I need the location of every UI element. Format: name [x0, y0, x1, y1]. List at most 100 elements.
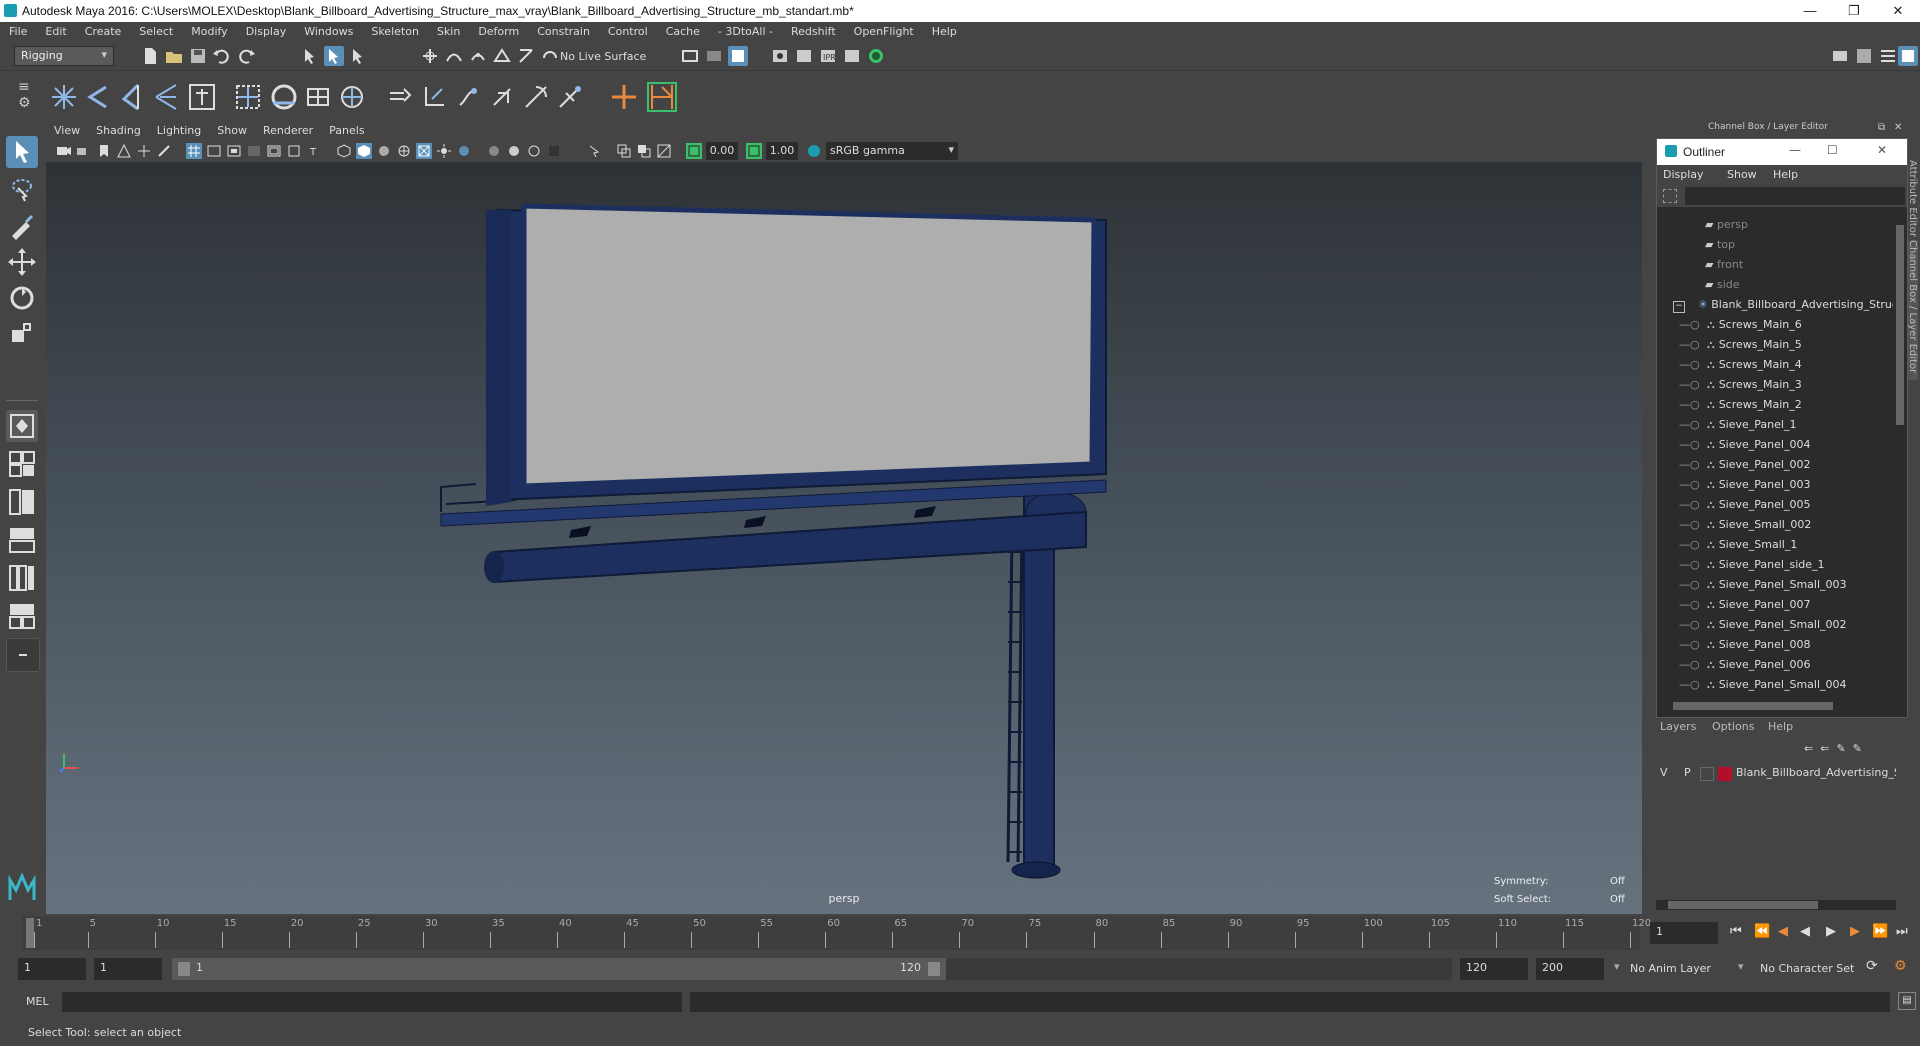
gate-mask-icon[interactable]	[246, 143, 262, 159]
film-gate-icon[interactable]	[206, 143, 222, 159]
sculpt-deformer-icon[interactable]	[336, 81, 368, 113]
tree-item-camera[interactable]: ▰ top	[1657, 235, 1893, 255]
wireframe-on-shaded-icon[interactable]	[396, 143, 412, 159]
render-frame-icon[interactable]	[770, 46, 790, 66]
tree-item-mesh[interactable]: —○ ⛬ Sieve_Small_002	[1657, 515, 1893, 535]
render-layout-icon[interactable]	[6, 600, 38, 632]
render-view-icon[interactable]	[794, 46, 814, 66]
range-end-handle[interactable]	[928, 962, 940, 976]
outliner-menu-display[interactable]: Display	[1663, 168, 1704, 181]
menu-skin[interactable]: Skin	[428, 22, 469, 42]
textured-icon[interactable]	[416, 143, 432, 159]
menu-modify[interactable]: Modify	[182, 22, 236, 42]
tree-item-mesh[interactable]: —○ ⛬ Sieve_Panel_005	[1657, 495, 1893, 515]
save-scene-icon[interactable]	[188, 46, 208, 66]
gamma-toggle-icon[interactable]	[746, 143, 762, 159]
render-settings-icon[interactable]	[842, 46, 862, 66]
attribute-editor-toggle-icon[interactable]	[1854, 46, 1874, 66]
move-layer-down-icon[interactable]: ⇐	[1820, 742, 1829, 755]
scale-tool-icon[interactable]	[6, 318, 38, 350]
select-object-icon[interactable]	[324, 46, 344, 66]
tree-item-mesh[interactable]: —○ ⛬ Sieve_Panel_008	[1657, 635, 1893, 655]
viewport-menu-shading[interactable]: Shading	[88, 122, 149, 140]
camera-select-icon[interactable]	[56, 143, 72, 159]
outliner-vertical-scrollbar[interactable]	[1895, 215, 1905, 695]
channel-box-toggle-icon[interactable]	[1898, 46, 1918, 66]
current-time-marker[interactable]	[26, 918, 34, 948]
outliner-search-input[interactable]	[1685, 187, 1905, 205]
filter-icon[interactable]	[1663, 189, 1677, 203]
outliner-maximize-button[interactable]: ☐	[1827, 143, 1838, 157]
color-management-icon[interactable]	[806, 143, 822, 159]
tree-item-camera[interactable]: ▰ front	[1657, 255, 1893, 275]
preferences-icon[interactable]: ⚙	[1894, 958, 1907, 974]
tree-item-root[interactable]: − ✳ Blank_Billboard_Advertising_Structur…	[1657, 295, 1893, 315]
select-component-icon[interactable]	[348, 46, 368, 66]
new-layer-icon[interactable]: ✎	[1836, 742, 1845, 755]
input-output-icon[interactable]	[680, 46, 700, 66]
float-panel-icon[interactable]: ⧉	[1878, 122, 1885, 133]
tree-item-mesh[interactable]: —○ ⛬ Sieve_Panel_002	[1657, 455, 1893, 475]
blend-shape-icon[interactable]	[520, 81, 552, 113]
layer-visibility-toggle[interactable]: V	[1660, 766, 1668, 779]
xray-joints-icon[interactable]	[636, 143, 652, 159]
default-material-icon[interactable]	[376, 143, 392, 159]
bind-skin-icon[interactable]	[384, 81, 416, 113]
menu-file[interactable]: File	[0, 22, 36, 42]
end-time-field[interactable]: 200	[1536, 958, 1604, 980]
new-layer-selected-icon[interactable]: ✎	[1853, 742, 1862, 755]
viewport-menu-view[interactable]: View	[46, 122, 88, 140]
go-to-start-icon[interactable]: ⏮	[1730, 924, 1742, 939]
menu-constrain[interactable]: Constrain	[528, 22, 599, 42]
safe-action-icon[interactable]	[286, 143, 302, 159]
tree-item-mesh[interactable]: —○ ⛬ Sieve_Panel_007	[1657, 595, 1893, 615]
motion-blur-icon[interactable]	[506, 143, 522, 159]
ik-handle-icon[interactable]	[82, 81, 114, 113]
redo-icon[interactable]	[236, 46, 256, 66]
range-slider-bar[interactable]: 1 120	[172, 958, 946, 980]
outliner-scroll-thumb[interactable]	[1896, 225, 1904, 425]
layer-color-swatch[interactable]	[1718, 767, 1732, 781]
tree-item-mesh[interactable]: —○ ⛬ Sieve_Small_1	[1657, 535, 1893, 555]
lattice-icon[interactable]	[268, 81, 300, 113]
persp-graph-layout-icon[interactable]	[6, 524, 38, 556]
tree-item-mesh[interactable]: —○ ⛬ Sieve_Panel_004	[1657, 435, 1893, 455]
layer-horizontal-scrollbar[interactable]	[1656, 900, 1896, 910]
isolate-select-icon[interactable]	[586, 143, 602, 159]
move-tool-icon[interactable]	[6, 246, 38, 278]
menu-windows[interactable]: Windows	[295, 22, 362, 42]
menu-help[interactable]: Help	[923, 22, 966, 42]
field-chart-icon[interactable]	[266, 143, 282, 159]
command-language-label[interactable]: MEL	[26, 995, 49, 1008]
wrap-icon[interactable]	[302, 81, 334, 113]
history-icon[interactable]	[704, 46, 724, 66]
select-hierarchy-icon[interactable]	[300, 46, 320, 66]
layer-name[interactable]: Blank_Billboard_Advertising_Structure	[1736, 766, 1896, 779]
modeling-toolkit-icon[interactable]	[1830, 46, 1850, 66]
add-influence-icon[interactable]	[486, 81, 518, 113]
play-backward-icon[interactable]: ◀	[1800, 924, 1810, 939]
anim-layer-dropdown[interactable]: No Anim Layer	[1630, 962, 1711, 975]
tree-item-mesh[interactable]: —○ ⛬ Screws_Main_5	[1657, 335, 1893, 355]
tree-item-mesh[interactable]: —○ ⛬ Sieve_Panel_1	[1657, 415, 1893, 435]
wireframe-icon[interactable]	[336, 143, 352, 159]
restore-button[interactable]: ❐	[1834, 2, 1874, 20]
menu-control[interactable]: Control	[599, 22, 657, 42]
tree-item-mesh[interactable]: —○ ⛬ Sieve_Panel_Small_002	[1657, 615, 1893, 635]
menu-redshift[interactable]: Redshift	[782, 22, 845, 42]
depth-of-field-icon[interactable]	[546, 143, 562, 159]
grease-pencil-icon[interactable]	[156, 143, 172, 159]
outliner-close-button[interactable]: ✕	[1877, 143, 1887, 157]
character-set-dropdown[interactable]: No Character Set	[1760, 962, 1854, 975]
anti-aliasing-icon[interactable]	[526, 143, 542, 159]
lasso-tool-icon[interactable]	[6, 174, 38, 206]
unbind-skin-icon[interactable]	[418, 81, 450, 113]
live-surface-label[interactable]: No Live Surface	[560, 50, 646, 63]
locator-icon[interactable]	[186, 81, 218, 113]
viewport-menu-panels[interactable]: Panels	[321, 122, 372, 140]
mirror-weights-icon[interactable]	[554, 81, 586, 113]
tree-item-mesh[interactable]: —○ ⛬ Screws_Main_6	[1657, 315, 1893, 335]
point-constraint-icon[interactable]	[646, 81, 678, 113]
outliner-menu-show[interactable]: Show	[1727, 168, 1757, 181]
parent-constraint-icon[interactable]	[608, 81, 640, 113]
